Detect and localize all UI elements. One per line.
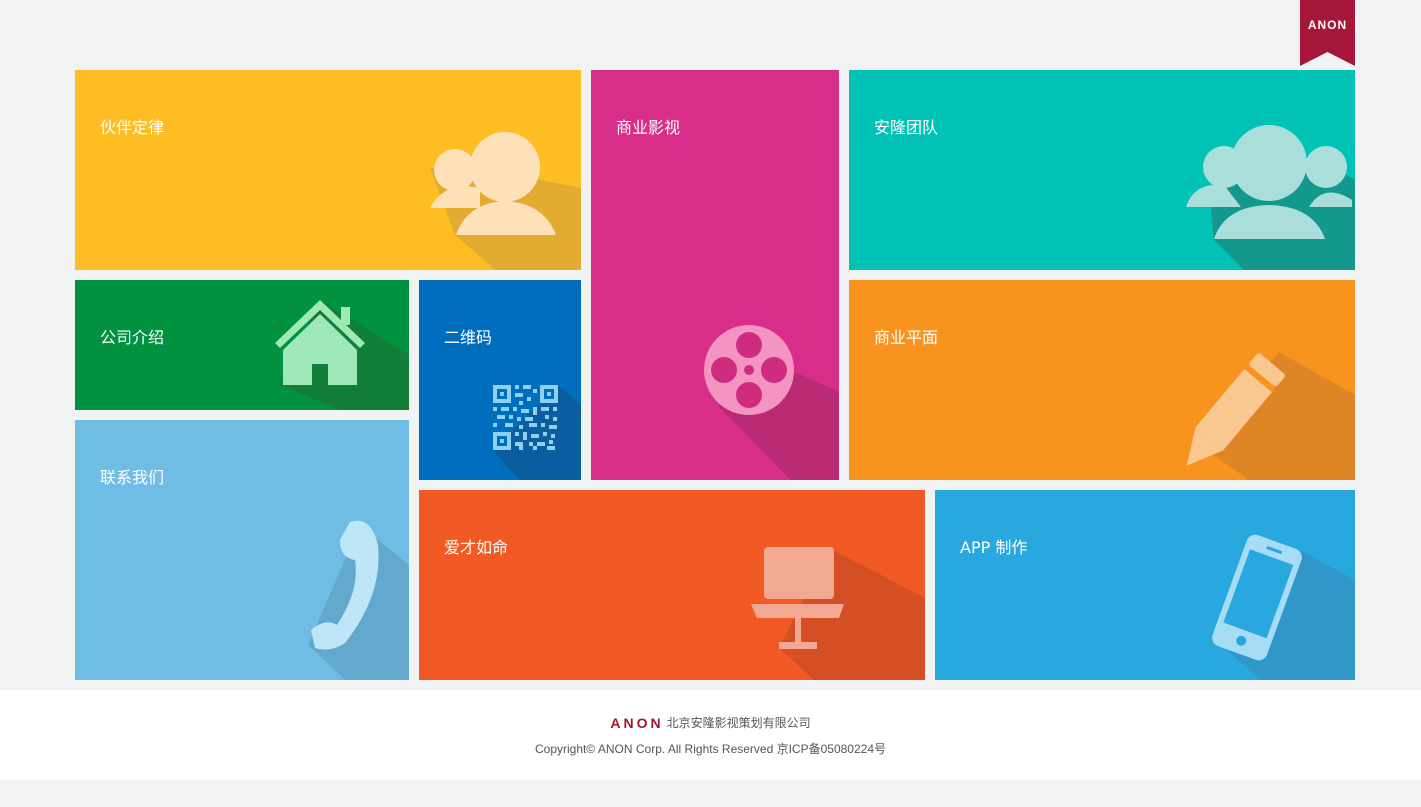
pencil-icon	[1197, 350, 1297, 446]
footer-copyright: Copyright© ANON Corp. All Rights Reserve…	[535, 742, 886, 756]
tile-team[interactable]: 安隆团队	[849, 70, 1355, 270]
footer: ANON 北京安隆影视策划有限公司 Copyright© ANON Corp. A…	[0, 690, 1421, 780]
tile-partners[interactable]: 伙伴定律	[75, 70, 581, 270]
tile-label: 公司介绍	[100, 328, 165, 347]
tile-label: 爱才如命	[444, 538, 509, 557]
film-reel-icon	[704, 325, 794, 415]
tile-label: APP 制作	[960, 538, 1028, 557]
phone-icon	[310, 520, 382, 652]
tile-careers[interactable]: 爱才如命	[419, 490, 925, 680]
footer-company-line: ANON 北京安隆影视策划有限公司	[0, 714, 1421, 731]
footer-company-name: 北京安隆影视策划有限公司	[666, 716, 811, 730]
tile-graphic[interactable]: 商业平面	[849, 280, 1355, 480]
tile-label: 安隆团队	[874, 118, 939, 137]
ribbon-logo-text: ANON	[1307, 18, 1348, 32]
chair-icon	[751, 547, 844, 649]
brand-ribbon-logo[interactable]: ANON	[1300, 0, 1355, 66]
tile-label: 伙伴定律	[100, 118, 165, 137]
qr-code-icon	[493, 385, 558, 450]
tile-about[interactable]: 公司介绍	[75, 280, 409, 410]
tile-label: 商业影视	[616, 118, 681, 137]
home-icon	[275, 300, 367, 386]
footer-logo: ANON	[610, 715, 664, 731]
tile-label: 联系我们	[100, 468, 165, 487]
tile-label: 商业平面	[874, 328, 939, 347]
ribbon-shape	[1300, 0, 1355, 66]
tile-film[interactable]: 商业影视	[591, 70, 839, 480]
mobile-icon	[1207, 540, 1303, 660]
tile-contact[interactable]: 联系我们	[75, 420, 409, 680]
tile-label: 二维码	[444, 328, 493, 347]
team-icon	[1186, 125, 1352, 240]
tile-app[interactable]: APP 制作	[935, 490, 1355, 680]
tile-qrcode[interactable]: 二维码	[419, 280, 581, 480]
users-icon	[430, 130, 556, 236]
